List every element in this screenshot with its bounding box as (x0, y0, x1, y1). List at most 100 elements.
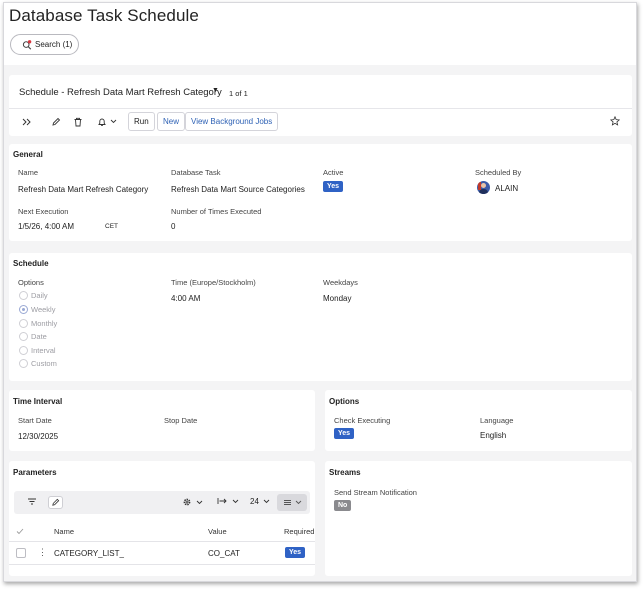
record-header: Schedule - Refresh Data Mart Refresh Cat… (9, 75, 632, 136)
active-badge: Yes (323, 181, 344, 192)
column-nav-dropdown[interactable] (217, 497, 239, 505)
radio-icon (19, 359, 28, 368)
expand-button[interactable] (19, 112, 33, 131)
name-label: Name (18, 168, 39, 177)
search-button-label: Search (1) (35, 40, 73, 49)
stop-date-label: Stop Date (164, 416, 198, 425)
parameters-toolbar: 24 (14, 491, 310, 514)
schedule-section-title: Schedule (13, 259, 49, 268)
row-checkbox[interactable] (16, 548, 26, 558)
record-title: Schedule - Refresh Data Mart Refresh Cat… (19, 87, 222, 98)
settings-dropdown[interactable] (182, 497, 203, 507)
column-header-required[interactable]: Required (284, 527, 314, 536)
name-value: Refresh Data Mart Refresh Category (18, 185, 149, 194)
search-button[interactable]: Search (1) (10, 34, 79, 55)
parameters-section-title: Parameters (13, 468, 57, 477)
options-section: Options Check Executing Yes Language Eng… (325, 390, 632, 451)
app-window: Database Task Schedule Search (1) Schedu… (3, 2, 637, 582)
schedule-section: Schedule Options Daily Weekly Monthly Da… (9, 253, 632, 381)
chevron-down-icon (232, 499, 239, 504)
favorite-button[interactable] (609, 111, 621, 130)
gear-icon (182, 497, 192, 507)
notification-button[interactable] (94, 112, 120, 131)
record-selector-caret-icon[interactable]: ▼ (212, 87, 219, 94)
page-title: Database Task Schedule (9, 6, 199, 25)
param-name-cell: CATEGORY_LIST_ (54, 549, 124, 558)
table-row[interactable]: ⋮ CATEGORY_LIST_ CO_CAT Yes (9, 542, 315, 564)
parameters-section: Parameters 24 Name Value Required ⋮ CATE… (9, 461, 315, 576)
list-view-icon (283, 499, 292, 506)
chevron-down-icon (295, 500, 302, 505)
start-date-value: 12/30/2025 (18, 432, 59, 441)
times-executed-value: 0 (171, 222, 176, 231)
send-stream-notification-badge: No (334, 500, 352, 511)
view-mode-dropdown[interactable] (277, 494, 307, 511)
star-icon (610, 115, 620, 126)
streams-section: Streams Send Stream Notification No (325, 461, 632, 576)
filter-button[interactable] (27, 497, 37, 506)
radio-icon (19, 332, 28, 341)
header-divider (9, 108, 632, 109)
edit-parameters-button[interactable] (48, 496, 63, 509)
page-size-dropdown[interactable]: 24 (250, 497, 270, 506)
option-monthly: Monthly (19, 319, 57, 328)
avatar (477, 181, 490, 194)
general-section-title: General (13, 150, 43, 159)
weekdays-value: Monday (323, 294, 352, 303)
time-value: 4:00 AM (171, 294, 201, 303)
radio-selected-icon (19, 305, 28, 314)
option-weekly: Weekly (19, 305, 55, 314)
chevron-down-icon (196, 500, 203, 505)
weekdays-label: Weekdays (323, 278, 358, 287)
options-section-title: Options (329, 397, 360, 406)
streams-section-title: Streams (329, 468, 361, 477)
view-background-jobs-button[interactable]: View Background Jobs (185, 112, 279, 131)
option-date: Date (19, 332, 47, 341)
start-date-label: Start Date (18, 416, 52, 425)
chevron-down-icon (263, 499, 270, 504)
options-label: Options (18, 278, 44, 287)
database-task-value[interactable]: Refresh Data Mart Source Categories (171, 185, 305, 194)
times-executed-label: Number of Times Executed (171, 207, 262, 216)
page-header: Database Task Schedule Search (1) (4, 3, 636, 65)
run-button[interactable]: Run (128, 112, 155, 131)
filter-icon (27, 497, 37, 506)
chevron-down-icon (110, 119, 117, 124)
double-chevron-right-icon (22, 118, 31, 126)
row-menu-icon[interactable]: ⋮ (38, 547, 47, 558)
page-size-value: 24 (250, 497, 259, 506)
next-execution-label: Next Execution (18, 207, 69, 216)
time-interval-section-title: Time Interval (13, 397, 63, 406)
general-section: General Name Refresh Data Mart Refresh C… (9, 144, 632, 241)
bell-icon (97, 117, 107, 127)
param-value-cell: CO_CAT (208, 549, 240, 558)
scheduled-by-value[interactable]: ALAIN (495, 184, 518, 193)
scheduled-by-label: Scheduled By (475, 168, 522, 177)
radio-icon (19, 319, 28, 328)
delete-button[interactable] (71, 112, 85, 131)
radio-icon (19, 346, 28, 355)
next-execution-timezone: CET (105, 223, 118, 230)
select-all-check-icon[interactable] (16, 528, 24, 537)
option-daily: Daily (19, 291, 48, 300)
param-required-badge: Yes (285, 547, 306, 558)
time-label: Time (Europe/Stockholm) (171, 278, 256, 287)
check-executing-badge: Yes (334, 428, 355, 439)
row-divider (9, 564, 315, 565)
edit-button[interactable] (49, 112, 63, 131)
language-label: Language (480, 416, 514, 425)
option-custom: Custom (19, 359, 57, 368)
send-stream-notification-label: Send Stream Notification (334, 488, 417, 497)
next-execution-value: 1/5/26, 4:00 AM (18, 222, 75, 231)
record-page-count: 1 of 1 (229, 89, 248, 98)
active-label: Active (323, 168, 344, 177)
column-header-name[interactable]: Name (54, 527, 74, 536)
new-button[interactable]: New (157, 112, 186, 131)
column-header-value[interactable]: Value (208, 527, 227, 536)
check-executing-label: Check Executing (334, 416, 391, 425)
time-interval-section: Time Interval Start Date 12/30/2025 Stop… (9, 390, 315, 451)
radio-icon (19, 291, 28, 300)
search-filter-icon (22, 39, 35, 50)
language-value: English (480, 431, 507, 440)
database-task-label: Database Task (171, 168, 221, 177)
